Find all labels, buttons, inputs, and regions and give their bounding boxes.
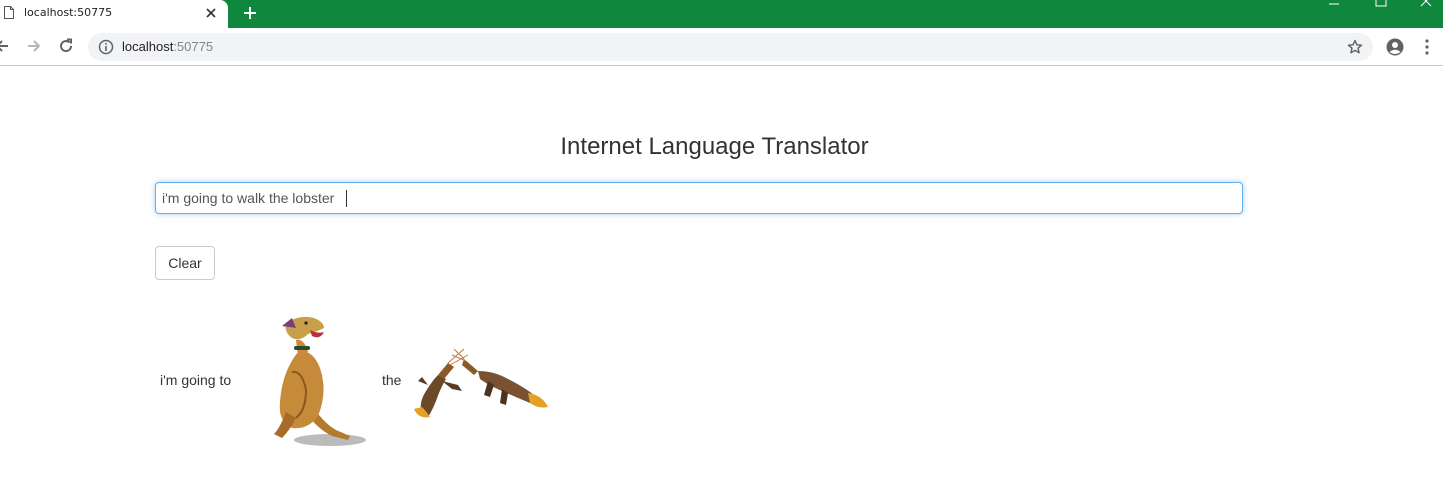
url-port: :50775 [173, 39, 214, 54]
translation-text-segment: i'm going to [160, 372, 232, 388]
reload-icon[interactable] [58, 38, 74, 54]
minimize-icon[interactable] [1327, 0, 1341, 8]
account-icon[interactable] [1386, 38, 1404, 56]
window-close-icon[interactable] [1419, 0, 1433, 8]
star-icon[interactable] [1347, 39, 1363, 55]
browser-toolbar: localhost:50775 [0, 28, 1443, 66]
lobster-image [414, 348, 548, 418]
browser-tab[interactable]: localhost:50775 [0, 0, 228, 28]
close-icon[interactable] [205, 7, 217, 19]
info-icon[interactable] [98, 39, 114, 55]
tab-strip: localhost:50775 [0, 0, 1443, 28]
text-caret [346, 190, 347, 207]
walking-creature-image [274, 316, 366, 446]
translation-input[interactable] [155, 182, 1243, 214]
page-icon [4, 6, 14, 19]
clear-button[interactable]: Clear [155, 246, 215, 280]
kebab-menu-icon[interactable] [1421, 39, 1433, 55]
arrow-left-icon[interactable] [0, 38, 10, 54]
url-host: localhost [122, 39, 174, 54]
page-title: Internet Language Translator [560, 133, 869, 160]
tab-title: localhost:50775 [24, 6, 113, 19]
maximize-icon[interactable] [1374, 0, 1388, 8]
plus-icon[interactable] [242, 5, 258, 21]
arrow-right-icon[interactable] [26, 38, 42, 54]
translation-text-segment: the [382, 372, 402, 388]
url-text: localhost:50775 [122, 39, 213, 54]
address-bar[interactable]: localhost:50775 [88, 33, 1373, 61]
